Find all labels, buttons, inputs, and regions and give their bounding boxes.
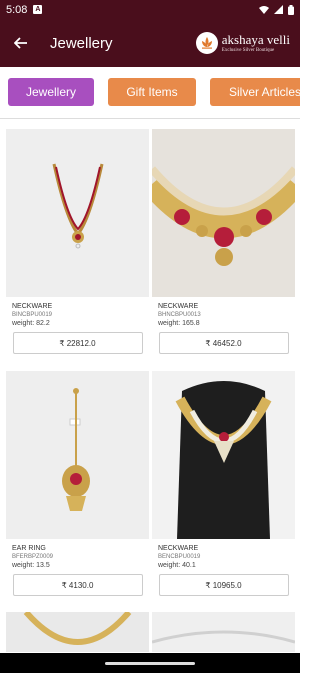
tabs-divider	[0, 118, 300, 119]
status-time: 5:08	[6, 3, 28, 16]
product-category: NECKWARE	[158, 545, 199, 552]
product-category: EAR RING	[12, 545, 46, 552]
product-code: BENCBPU0019	[158, 554, 201, 560]
signal-icon	[274, 5, 283, 14]
system-navigation-bar	[0, 653, 300, 673]
status-bar: 5:08 A	[0, 0, 300, 19]
back-arrow-icon[interactable]	[10, 32, 32, 54]
product-image	[152, 371, 295, 539]
brand-name: akshaya velli	[221, 32, 290, 47]
product-card[interactable]	[6, 612, 149, 652]
page-title: Jewellery	[50, 34, 113, 52]
product-image	[6, 371, 149, 539]
product-image	[6, 129, 149, 297]
wifi-icon	[259, 6, 269, 14]
home-gesture-handle[interactable]	[105, 662, 195, 665]
app-header: 5:08 A Jewellery akshaya velli Exclusive…	[0, 0, 300, 67]
tab-gift-items[interactable]: Gift Items	[108, 78, 196, 106]
product-price-button[interactable]: ₹ 4130.0	[12, 574, 143, 596]
product-card[interactable]: NECKWARE BENCBPU0019 weight: 40.1 ₹ 1096…	[152, 371, 295, 596]
product-code: BHNCBPU0013	[158, 312, 201, 318]
tab-silver-articles[interactable]: Silver Articles	[210, 78, 300, 106]
product-weight: weight: 40.1	[158, 562, 196, 569]
product-price-button[interactable]: ₹ 22812.0	[12, 332, 143, 354]
product-price-button[interactable]: ₹ 10965.0	[158, 574, 289, 596]
lotus-logo-icon	[195, 32, 218, 54]
product-image	[6, 612, 149, 652]
product-weight: weight: 82.2	[12, 320, 50, 327]
brand-tagline: Exclusive Silver Boutique	[221, 48, 275, 53]
product-card[interactable]	[152, 612, 295, 652]
product-weight: weight: 13.5	[12, 562, 50, 569]
product-image	[152, 129, 295, 297]
product-category: NECKWARE	[158, 303, 199, 310]
product-card[interactable]: EAR RING BFERBPZ0009 weight: 13.5 ₹ 4130…	[6, 371, 149, 596]
battery-icon	[288, 4, 294, 15]
product-category: NECKWARE	[12, 303, 53, 310]
product-card[interactable]: NECKWARE BINCBPU0019 weight: 82.2 ₹ 2281…	[6, 129, 149, 354]
tab-jewellery[interactable]: Jewellery	[8, 78, 94, 106]
brand-logo: akshaya velli Exclusive Silver Boutique	[195, 32, 290, 54]
status-icons	[259, 4, 294, 15]
notification-icon: A	[33, 5, 43, 14]
product-image	[152, 612, 295, 652]
product-code: BINCBPU0019	[12, 312, 53, 318]
product-price-button[interactable]: ₹ 46452.0	[158, 332, 289, 354]
product-code: BFERBPZ0009	[12, 554, 54, 560]
product-weight: weight: 165.8	[158, 320, 200, 327]
toolbar: Jewellery akshaya velli Exclusive Silver…	[0, 19, 300, 67]
product-card[interactable]: NECKWARE BHNCBPU0013 weight: 165.8 ₹ 464…	[152, 129, 295, 354]
category-tabs: Jewellery Gift Items Silver Articles	[0, 67, 300, 117]
